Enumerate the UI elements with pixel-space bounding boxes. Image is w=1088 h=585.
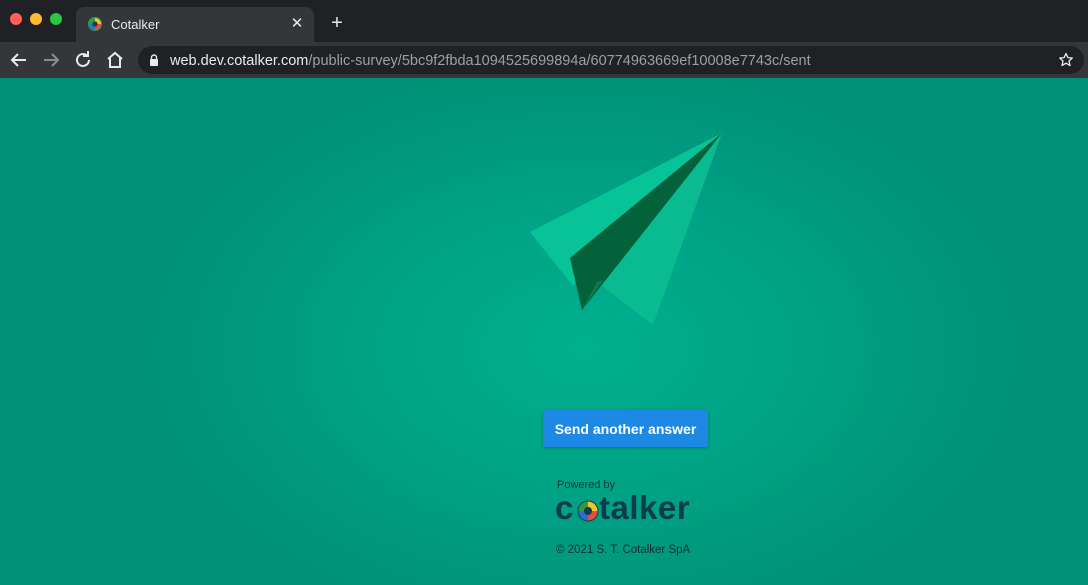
logo-text-end: talker <box>599 489 691 526</box>
browser-titlebar: Cotalker ✕ + <box>0 0 1088 42</box>
maximize-window-button[interactable] <box>50 13 62 25</box>
home-icon[interactable] <box>103 48 127 72</box>
browser-tab[interactable]: Cotalker ✕ <box>76 7 314 42</box>
lock-icon <box>150 54 158 66</box>
url-text: web.dev.cotalker.com/public-survey/5bc9f… <box>170 53 811 69</box>
send-another-answer-button[interactable]: Send another answer <box>543 410 708 447</box>
logo-o-icon <box>577 500 599 522</box>
browser-toolbar: web.dev.cotalker.com/public-survey/5bc9f… <box>0 42 1088 78</box>
minimize-window-button[interactable] <box>30 13 42 25</box>
copyright-text: © 2021 S. T. Cotalker SpA <box>556 544 691 556</box>
close-tab-icon[interactable]: ✕ <box>288 15 306 33</box>
cotalker-favicon-icon <box>88 17 102 31</box>
paper-plane-icon <box>530 133 722 325</box>
back-icon[interactable] <box>7 48 31 72</box>
new-tab-icon[interactable]: + <box>326 12 348 34</box>
forward-icon[interactable] <box>39 48 63 72</box>
cotalker-logo: c talker <box>555 490 695 526</box>
url-host: web.dev.cotalker.com <box>170 53 309 69</box>
url-path: /public-survey/5bc9f2fbda1094525699894a/… <box>308 53 811 69</box>
logo-text-start: c <box>555 489 574 526</box>
survey-sent-page: Send another answer Powered by c talker … <box>0 78 1088 585</box>
bookmark-star-icon[interactable] <box>1058 52 1074 68</box>
address-bar[interactable]: web.dev.cotalker.com/public-survey/5bc9f… <box>138 46 1084 74</box>
reload-icon[interactable] <box>71 48 95 72</box>
close-window-button[interactable] <box>10 13 22 25</box>
tab-title: Cotalker <box>111 17 160 32</box>
